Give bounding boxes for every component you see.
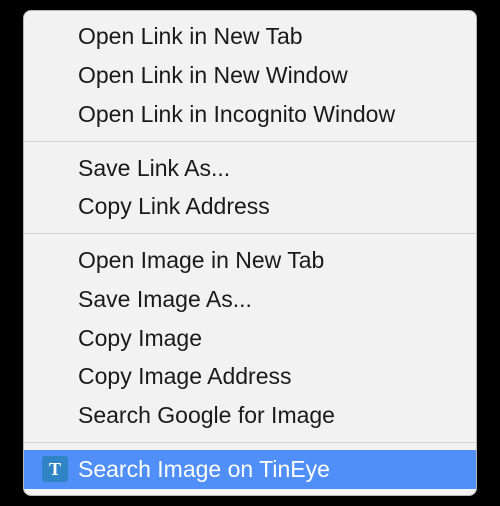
menu-item-label: Copy Image Address [78,363,292,389]
menu-item-save-image-as[interactable]: Save Image As... [24,280,476,319]
menu-item-label: Search Image on TinEye [78,456,330,482]
menu-item-search-tineye[interactable]: T Search Image on TinEye [24,450,476,489]
menu-item-label: Copy Image [78,325,202,351]
menu-item-save-link-as[interactable]: Save Link As... [24,149,476,188]
menu-item-label: Save Image As... [78,286,252,312]
menu-separator [24,442,476,443]
menu-item-label: Open Link in Incognito Window [78,101,395,127]
menu-item-label: Search Google for Image [78,402,335,428]
menu-item-label: Save Link As... [78,155,230,181]
menu-separator [24,233,476,234]
menu-item-label: Open Image in New Tab [78,247,324,273]
menu-item-label: Open Link in New Tab [78,23,303,49]
menu-item-open-link-new-window[interactable]: Open Link in New Window [24,56,476,95]
tineye-icon: T [42,456,68,482]
menu-item-open-image-new-tab[interactable]: Open Image in New Tab [24,241,476,280]
menu-item-open-link-new-tab[interactable]: Open Link in New Tab [24,17,476,56]
tineye-icon-glyph: T [42,456,68,482]
menu-item-label: Open Link in New Window [78,62,348,88]
menu-item-copy-image-address[interactable]: Copy Image Address [24,357,476,396]
context-menu: Open Link in New Tab Open Link in New Wi… [23,10,477,495]
menu-separator [24,141,476,142]
menu-item-copy-image[interactable]: Copy Image [24,319,476,358]
menu-item-label: Copy Link Address [78,193,270,219]
menu-item-copy-link-address[interactable]: Copy Link Address [24,187,476,226]
menu-item-search-google-image[interactable]: Search Google for Image [24,396,476,435]
menu-item-open-link-incognito[interactable]: Open Link in Incognito Window [24,95,476,134]
